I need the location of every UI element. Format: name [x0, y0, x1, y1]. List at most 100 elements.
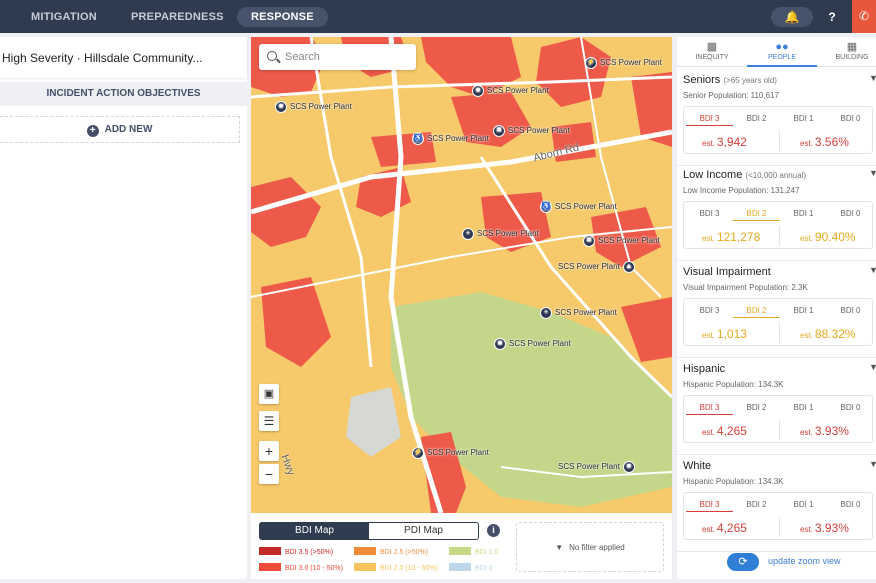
tab-inequity[interactable]: ▩ INEQUITY [677, 40, 747, 61]
bdi-filter-0[interactable]: BDI 3 [686, 306, 733, 315]
tab-people[interactable]: ●● PEOPLE [747, 40, 817, 67]
filter-icon[interactable]: ▼ [869, 73, 876, 83]
bdi-filter-0[interactable]: BDI 3 [686, 500, 733, 512]
panel-tabs: ▩ INEQUITY ●● PEOPLE ▦ BUILDING [677, 37, 876, 67]
population-card: Seniors (>65 years old) ▼ Senior Populatio… [677, 73, 876, 166]
poi-marker[interactable]: ♿ SCS Power Plant [412, 133, 489, 145]
filter-icon: ▼ [555, 543, 564, 552]
poi-marker[interactable]: ⚡ SCS Power Plant [412, 447, 489, 459]
poi-marker[interactable]: ⚡ SCS Power Plant [585, 57, 662, 69]
population-card: Hispanic ▼ Hispanic Population: 134.3K BDI… [677, 362, 876, 455]
map-view[interactable]: Search Aborn Rd Hwy ⚡ SCS Power Plant ■ SC… [251, 37, 672, 513]
card-title: Seniors (>65 years old) [683, 74, 777, 86]
tab-building[interactable]: ▦ BUILDING [817, 40, 876, 61]
legend-item: BDI 2.0 (10 - 50%) [354, 563, 438, 572]
filter-icon[interactable]: ▼ [869, 168, 876, 178]
hospital-icon: + [462, 228, 474, 240]
poi-marker[interactable]: + SCS Power Plant [540, 307, 617, 319]
card-title: White [683, 460, 712, 472]
bdi-filter-3[interactable]: BDI 0 [827, 114, 874, 123]
tab-response[interactable]: RESPONSE [237, 7, 328, 27]
estimate-value: est. 4,265 [702, 424, 747, 438]
bdi-filter-2[interactable]: BDI 1 [780, 114, 827, 123]
zoom-out-button[interactable]: − [259, 464, 279, 484]
incident-title[interactable]: High Severity · Hillsdale Community... [0, 38, 247, 78]
bdi-filter-1[interactable]: BDI 2 [733, 209, 780, 221]
divider [779, 323, 780, 343]
card-title: Hispanic [683, 363, 726, 375]
poi-marker[interactable]: ♿ SCS Power Plant [540, 201, 617, 213]
bdi-filter-0[interactable]: BDI 3 [686, 209, 733, 218]
bdi-box: BDI 3 BDI 2 BDI 1 BDI 0 est. 4,265 est. 3.93% [683, 492, 873, 540]
poi-marker[interactable]: ■ SCS Power Plant [494, 338, 571, 350]
help-icon[interactable]: ? [822, 7, 842, 27]
bdi-filter-2[interactable]: BDI 1 [780, 500, 827, 509]
map-type-toggle: BDI Map PDI Map [259, 522, 479, 540]
zoom-in-button[interactable]: + [259, 441, 279, 461]
search-input[interactable]: Search [259, 44, 416, 70]
pdi-map-toggle[interactable]: PDI Map [369, 523, 478, 539]
bdi-filter-3[interactable]: BDI 0 [827, 403, 874, 412]
bdi-filter-1[interactable]: BDI 2 [733, 306, 780, 318]
filter-box[interactable]: ▼ No filter applied [516, 522, 664, 572]
bdi-filter-2[interactable]: BDI 1 [780, 403, 827, 412]
bdi-filter-1[interactable]: BDI 2 [733, 403, 780, 412]
bdi-filter-0[interactable]: BDI 3 [686, 114, 733, 126]
objectives-header: INCIDENT ACTION OBJECTIVES [0, 82, 247, 106]
bdi-filter-3[interactable]: BDI 0 [827, 306, 874, 315]
bdi-box: BDI 3 BDI 2 BDI 1 BDI 0 est. 1,013 est. 88.32% [683, 298, 873, 346]
tab-preparedness[interactable]: PREPAREDNESS [131, 7, 224, 27]
school-icon: ■ [275, 101, 287, 113]
info-icon[interactable]: i [487, 524, 500, 537]
add-layer-icon[interactable]: ▣ [259, 384, 279, 404]
poi-marker[interactable]: ■ SCS Power Plant [275, 101, 352, 113]
pharmacy-icon: ✖ [583, 235, 595, 247]
top-navigation-bar: MITIGATION PREPAREDNESS RESPONSE 🔔 ? ✆ [0, 0, 876, 33]
phone-icon[interactable]: ✆ [852, 0, 876, 33]
bdi-filter-3[interactable]: BDI 0 [827, 500, 874, 509]
divider [779, 131, 780, 151]
card-subtitle: Low Income Population: 131,247 [683, 186, 800, 195]
card-subtitle: Hispanic Population: 134.3K [683, 477, 784, 486]
legend-swatch [259, 563, 281, 571]
bdi-filter-1[interactable]: BDI 2 [733, 500, 780, 509]
hospital-icon: + [540, 307, 552, 319]
add-new-label: ADD NEW [104, 124, 153, 135]
divider [779, 226, 780, 246]
shield-icon: ▲ [622, 261, 635, 273]
poi-marker[interactable]: ✖ SCS Power Plant [583, 235, 660, 247]
poi-marker[interactable]: + SCS Power Plant [462, 228, 539, 240]
bdi-filter-2[interactable]: BDI 1 [780, 209, 827, 218]
update-zoom-link[interactable]: update zoom view [768, 556, 841, 566]
estimate-value: est. 1,013 [702, 327, 747, 341]
bdi-filter-0[interactable]: BDI 3 [686, 403, 733, 415]
card-subtitle: Senior Population: 110,617 [683, 91, 779, 100]
bell-icon[interactable]: 🔔 [771, 7, 813, 27]
legend-panel: BDI Map PDI Map i BDI 3.5 (>50%) BDI 2.5… [251, 513, 672, 579]
legend-swatch [449, 563, 471, 571]
divider [779, 517, 780, 537]
filter-icon[interactable]: ▼ [869, 265, 876, 275]
gray-area [346, 387, 401, 457]
estimate-percent: est. 3.56% [800, 135, 849, 149]
bdi-filter-1[interactable]: BDI 2 [733, 114, 780, 123]
estimate-value: est. 3,942 [702, 135, 747, 149]
legend-item: BDI 0 [449, 563, 493, 572]
filter-icon[interactable]: ▼ [869, 459, 876, 469]
filter-icon[interactable]: ▼ [869, 362, 876, 372]
poi-marker[interactable]: SCS Power Plant ▲ [558, 261, 638, 273]
bdi-filter-2[interactable]: BDI 1 [780, 306, 827, 315]
bdi-filter-3[interactable]: BDI 0 [827, 209, 874, 218]
bdi-box: BDI 3 BDI 2 BDI 1 BDI 0 est. 3,942 est. 3.56% [683, 106, 873, 154]
tab-mitigation[interactable]: MITIGATION [31, 7, 97, 27]
add-new-button[interactable]: + ADD NEW [0, 116, 240, 143]
poi-marker[interactable]: ✖ SCS Power Plant [493, 125, 570, 137]
poi-marker[interactable]: ■ SCS Power Plant [472, 85, 549, 97]
estimate-percent: est. 90.40% [800, 230, 856, 244]
school-icon: ■ [494, 338, 506, 350]
legend-item: BDI 3.0 (10 - 50%) [259, 563, 343, 572]
layers-icon[interactable]: ☰ [259, 411, 279, 431]
bdi-map-toggle[interactable]: BDI Map [260, 523, 369, 539]
refresh-icon[interactable]: ⟳ [727, 553, 759, 571]
poi-marker[interactable]: SCS Power Plant ■ [558, 461, 638, 473]
